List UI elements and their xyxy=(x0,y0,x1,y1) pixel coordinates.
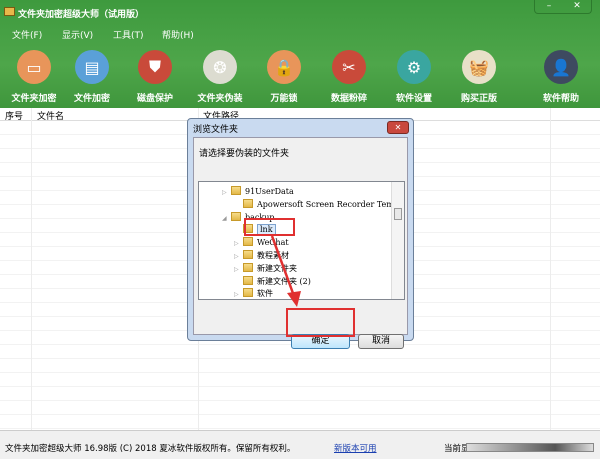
arrow-annotation xyxy=(270,235,301,307)
